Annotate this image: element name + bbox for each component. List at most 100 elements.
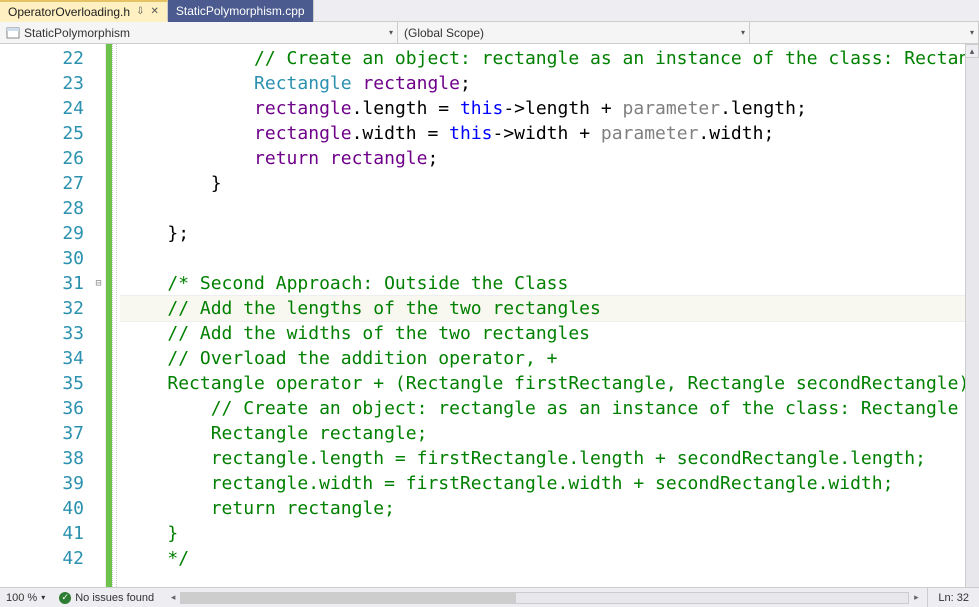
check-icon: ✓ [59, 592, 71, 604]
tab-staticpolymorphism[interactable]: StaticPolymorphism.cpp [168, 0, 314, 22]
fold-toggle [92, 521, 105, 546]
scroll-right-icon[interactable]: ▸ [909, 592, 923, 603]
pin-icon[interactable]: ⇩ [136, 6, 144, 17]
code-line[interactable]: Rectangle rectangle; [120, 421, 965, 446]
code-line[interactable]: Rectangle operator + (Rectangle firstRec… [120, 371, 965, 396]
code-line[interactable]: } [120, 521, 965, 546]
zoom-value: 100 % [6, 592, 37, 604]
fold-toggle [92, 371, 105, 396]
project-name: StaticPolymorphism [24, 26, 130, 40]
line-number: 42 [0, 546, 92, 571]
fold-toggle [92, 321, 105, 346]
fold-toggle [92, 96, 105, 121]
chevron-down-icon: ▾ [970, 28, 974, 37]
code-line[interactable]: } [120, 171, 965, 196]
document-tab-bar: OperatorOverloading.h ⇩ ✕ StaticPolymorp… [0, 0, 979, 22]
code-line[interactable]: // Create an object: rectangle as an ins… [120, 46, 965, 71]
line-number: 34 [0, 346, 92, 371]
fold-toggle [92, 421, 105, 446]
chevron-down-icon: ▾ [741, 28, 745, 37]
project-icon [6, 26, 20, 40]
code-line[interactable]: }; [120, 221, 965, 246]
chevron-down-icon: ▾ [41, 593, 45, 602]
fold-toggle[interactable]: ⊟ [92, 271, 105, 296]
line-number: 41 [0, 521, 92, 546]
line-number: 37 [0, 421, 92, 446]
line-number: 36 [0, 396, 92, 421]
fold-toggle [92, 71, 105, 96]
fold-toggle [92, 446, 105, 471]
code-line[interactable] [120, 196, 965, 221]
code-line[interactable]: rectangle.length = firstRectangle.length… [120, 446, 965, 471]
line-number: 23 [0, 71, 92, 96]
code-line[interactable]: rectangle.width = this->width + paramete… [120, 121, 965, 146]
code-line[interactable]: rectangle.length = this->length + parame… [120, 96, 965, 121]
fold-toggle [92, 121, 105, 146]
line-number: 28 [0, 196, 92, 221]
fold-toggle [92, 396, 105, 421]
code-line[interactable]: */ [120, 546, 965, 571]
fold-column[interactable]: ⊟ [92, 44, 106, 587]
line-number: 29 [0, 221, 92, 246]
fold-toggle [92, 296, 105, 321]
fold-toggle [92, 221, 105, 246]
code-line[interactable] [120, 246, 965, 271]
fold-toggle [92, 346, 105, 371]
line-number: 33 [0, 321, 92, 346]
code-line[interactable]: Rectangle rectangle; [120, 71, 965, 96]
cursor-position[interactable]: Ln: 32 [927, 588, 979, 607]
fold-toggle [92, 496, 105, 521]
vertical-scrollbar[interactable] [965, 44, 979, 587]
issues-text: No issues found [75, 592, 154, 604]
line-number: 35 [0, 371, 92, 396]
fold-toggle [92, 471, 105, 496]
fold-toggle [92, 171, 105, 196]
code-line[interactable]: /* Second Approach: Outside the Class [120, 271, 965, 296]
line-number: 26 [0, 146, 92, 171]
tab-label: StaticPolymorphism.cpp [176, 4, 305, 18]
fold-toggle [92, 46, 105, 71]
code-line[interactable]: return rectangle; [120, 496, 965, 521]
line-number: 27 [0, 171, 92, 196]
scope-dropdown[interactable]: (Global Scope) ▾ [398, 22, 750, 43]
code-line[interactable]: // Add the widths of the two rectangles [120, 321, 965, 346]
line-number: 24 [0, 96, 92, 121]
tab-operatoroverloading[interactable]: OperatorOverloading.h ⇩ ✕ [0, 0, 168, 22]
scroll-left-icon[interactable]: ◂ [166, 592, 180, 603]
fold-toggle [92, 146, 105, 171]
split-collapse-icon[interactable]: ▴ [965, 44, 979, 58]
line-number: 38 [0, 446, 92, 471]
scroll-thumb[interactable] [181, 593, 516, 603]
code-line[interactable]: // Add the lengths of the two rectangles [120, 296, 965, 321]
navigation-bar: StaticPolymorphism ▾ (Global Scope) ▾ ▾ [0, 22, 979, 44]
line-number: 25 [0, 121, 92, 146]
code-line[interactable]: // Create an object: rectangle as an ins… [120, 396, 965, 421]
code-line[interactable]: return rectangle; [120, 146, 965, 171]
zoom-dropdown[interactable]: 100 % ▾ [0, 592, 51, 604]
horizontal-scrollbar[interactable]: ◂ ▸ [162, 591, 927, 605]
close-icon[interactable]: ✕ [150, 6, 158, 17]
line-col-text: Ln: 32 [938, 592, 969, 604]
line-number: 40 [0, 496, 92, 521]
line-number: 22 [0, 46, 92, 71]
line-number: 32 [0, 296, 92, 321]
issues-indicator[interactable]: ✓ No issues found [51, 592, 162, 604]
line-number-gutter: 2223242526272829303132333435363738394041… [0, 44, 92, 587]
tab-label: OperatorOverloading.h [8, 5, 130, 19]
line-number: 30 [0, 246, 92, 271]
scope-label: (Global Scope) [404, 26, 484, 40]
fold-toggle [92, 246, 105, 271]
line-number: 31 [0, 271, 92, 296]
member-dropdown[interactable]: ▾ [750, 22, 979, 43]
scroll-track[interactable] [180, 592, 909, 604]
code-editor[interactable]: 2223242526272829303132333435363738394041… [0, 44, 979, 587]
line-number: 39 [0, 471, 92, 496]
code-area[interactable]: // Create an object: rectangle as an ins… [120, 44, 965, 587]
chevron-down-icon: ▾ [389, 28, 393, 37]
status-bar: 100 % ▾ ✓ No issues found ◂ ▸ Ln: 32 [0, 587, 979, 607]
code-line[interactable]: rectangle.width = firstRectangle.width +… [120, 471, 965, 496]
project-dropdown[interactable]: StaticPolymorphism ▾ [0, 22, 398, 43]
fold-toggle [92, 196, 105, 221]
fold-toggle [92, 546, 105, 571]
code-line[interactable]: // Overload the addition operator, + [120, 346, 965, 371]
